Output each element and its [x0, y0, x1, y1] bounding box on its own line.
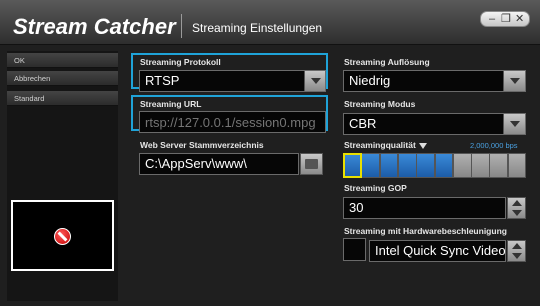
resolution-label: Streaming Auflösung [344, 57, 430, 67]
arrow-down-icon[interactable] [512, 210, 522, 216]
quality-segment[interactable] [397, 153, 417, 178]
no-signal-icon [54, 228, 71, 245]
protocol-select[interactable]: RTSP [139, 70, 326, 92]
hw-stepper[interactable] [507, 240, 526, 262]
quality-segment[interactable] [361, 153, 381, 178]
triangle-down-icon[interactable] [418, 142, 427, 149]
resolution-select[interactable]: Niedrig [343, 70, 526, 92]
hw-checkbox[interactable] [343, 238, 366, 261]
quality-segment[interactable] [452, 153, 472, 178]
gop-label: Streaming GOP [344, 183, 407, 193]
close-icon[interactable]: ✕ [515, 12, 524, 26]
protocol-label: Streaming Protokoll [140, 57, 221, 67]
url-input[interactable] [139, 111, 326, 133]
ok-button[interactable]: OK [7, 53, 118, 68]
quality-segment[interactable] [489, 153, 509, 178]
hw-field[interactable]: Intel Quick Sync Video [369, 240, 506, 262]
quality-segment[interactable] [434, 153, 454, 178]
title-divider [181, 14, 182, 38]
chevron-down-icon[interactable] [503, 71, 525, 91]
arrow-down-icon[interactable] [512, 253, 522, 259]
restore-icon[interactable]: ❐ [501, 12, 511, 26]
hw-value: Intel Quick Sync Video [375, 243, 506, 258]
cancel-button[interactable]: Abbrechen [7, 71, 118, 86]
arrow-up-icon[interactable] [512, 243, 522, 249]
chevron-down-icon[interactable] [503, 114, 525, 134]
minimize-icon[interactable]: – [489, 12, 495, 26]
url-label: Streaming URL [140, 99, 202, 109]
window-controls: – ❐ ✕ [480, 11, 530, 27]
mode-label: Streaming Modus [344, 99, 416, 109]
preview-box [11, 200, 114, 271]
gop-stepper[interactable] [507, 197, 526, 219]
chevron-down-icon[interactable] [304, 71, 325, 91]
protocol-value: RTSP [145, 73, 180, 88]
quality-selected-segment[interactable] [343, 153, 363, 178]
default-button[interactable]: Standard [7, 91, 118, 106]
mode-value: CBR [349, 116, 377, 131]
quality-bps: 2,000,000 bps [470, 141, 518, 150]
hw-label: Streaming mit Hardwarebeschleunigung [344, 226, 507, 236]
gop-value: 30 [349, 200, 364, 215]
mode-select[interactable]: CBR [343, 113, 526, 135]
quality-segment[interactable] [471, 153, 490, 178]
quality-label: Streamingqualität [344, 140, 427, 150]
webroot-field[interactable]: C:\AppServ\www\ [139, 153, 299, 175]
webroot-value: C:\AppServ\www\ [145, 156, 247, 171]
app-title: Stream Catcher [13, 14, 176, 39]
quality-segment[interactable] [507, 153, 527, 178]
quality-label-text: Streamingqualität [344, 140, 416, 150]
folder-icon[interactable] [300, 153, 323, 175]
webroot-label: Web Server Stammverzeichnis [140, 140, 264, 150]
quality-segment[interactable] [416, 153, 435, 178]
settings-window: Stream Catcher Streaming Einstellungen –… [0, 0, 540, 306]
dialog-title: Streaming Einstellungen [192, 21, 323, 35]
resolution-value: Niedrig [349, 73, 391, 88]
gop-field[interactable]: 30 [343, 197, 506, 219]
quality-slider[interactable] [343, 153, 527, 178]
quality-segment[interactable] [379, 153, 399, 178]
title-bar: Stream Catcher Streaming Einstellungen –… [0, 0, 540, 45]
arrow-up-icon[interactable] [512, 200, 522, 206]
